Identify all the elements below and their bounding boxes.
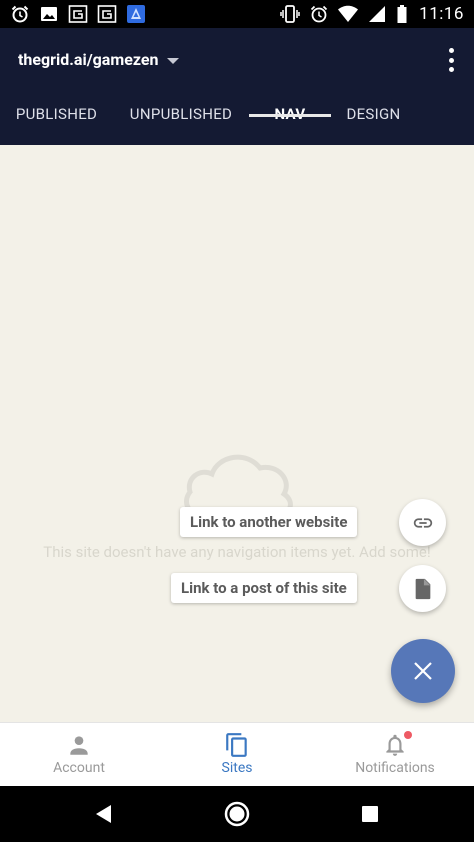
link-icon <box>413 517 432 528</box>
home-icon[interactable] <box>207 786 267 842</box>
site-switcher[interactable]: thegrid.ai/gamezen <box>18 46 180 72</box>
close-icon <box>414 662 432 680</box>
game-app-icon <box>126 5 146 23</box>
tab-published[interactable]: PUBLISHED <box>0 96 113 145</box>
link-post-button[interactable] <box>399 565 446 612</box>
close-fab-button[interactable] <box>391 639 455 703</box>
status-right-icons: 11:16 <box>280 4 464 24</box>
bottom-navigation: Account Sites Notifications <box>0 722 474 786</box>
document-icon <box>415 578 430 599</box>
notification-badge <box>404 731 412 739</box>
back-icon[interactable] <box>74 786 134 842</box>
signal-icon <box>367 5 387 23</box>
battery-icon <box>396 5 408 23</box>
link-website-button[interactable] <box>399 499 446 546</box>
site-name: thegrid.ai/gamezen <box>18 49 159 69</box>
link-post-label[interactable]: Link to a post of this site <box>171 573 357 603</box>
status-left-icons <box>10 5 146 23</box>
status-bar: 11:16 <box>0 0 474 28</box>
alarm-app-icon <box>10 5 30 23</box>
nav-notifications[interactable]: Notifications <box>316 723 474 787</box>
copy-icon <box>226 733 247 757</box>
chevron-down-icon <box>167 57 180 64</box>
status-time: 11:16 <box>419 4 464 24</box>
alarm-icon <box>309 5 329 23</box>
tab-design[interactable]: DESIGN <box>331 96 416 145</box>
person-icon <box>70 736 88 755</box>
image-icon <box>39 5 59 23</box>
g-app-icon <box>68 5 88 23</box>
active-tab-indicator <box>249 114 331 117</box>
tab-bar: PUBLISHED UNPUBLISHED NAV DESIGN <box>0 96 474 145</box>
empty-state-message: This site doesn't have any navigation it… <box>43 543 431 561</box>
vibrate-icon <box>280 5 300 23</box>
recents-icon[interactable] <box>340 786 400 842</box>
wifi-icon <box>338 5 359 23</box>
nav-sites[interactable]: Sites <box>158 723 316 787</box>
link-website-label[interactable]: Link to another website <box>180 507 358 537</box>
app-bar: thegrid.ai/gamezen PUBLISHED UNPUBLISHED… <box>0 28 474 145</box>
more-options-icon[interactable] <box>446 48 456 72</box>
tab-nav[interactable]: NAV <box>249 96 331 145</box>
tab-unpublished[interactable]: UNPUBLISHED <box>113 96 249 145</box>
g-app-icon <box>97 5 117 23</box>
nav-content: This site doesn't have any navigation it… <box>0 145 474 722</box>
nav-account[interactable]: Account <box>0 723 158 787</box>
system-navigation-bar <box>0 786 474 842</box>
